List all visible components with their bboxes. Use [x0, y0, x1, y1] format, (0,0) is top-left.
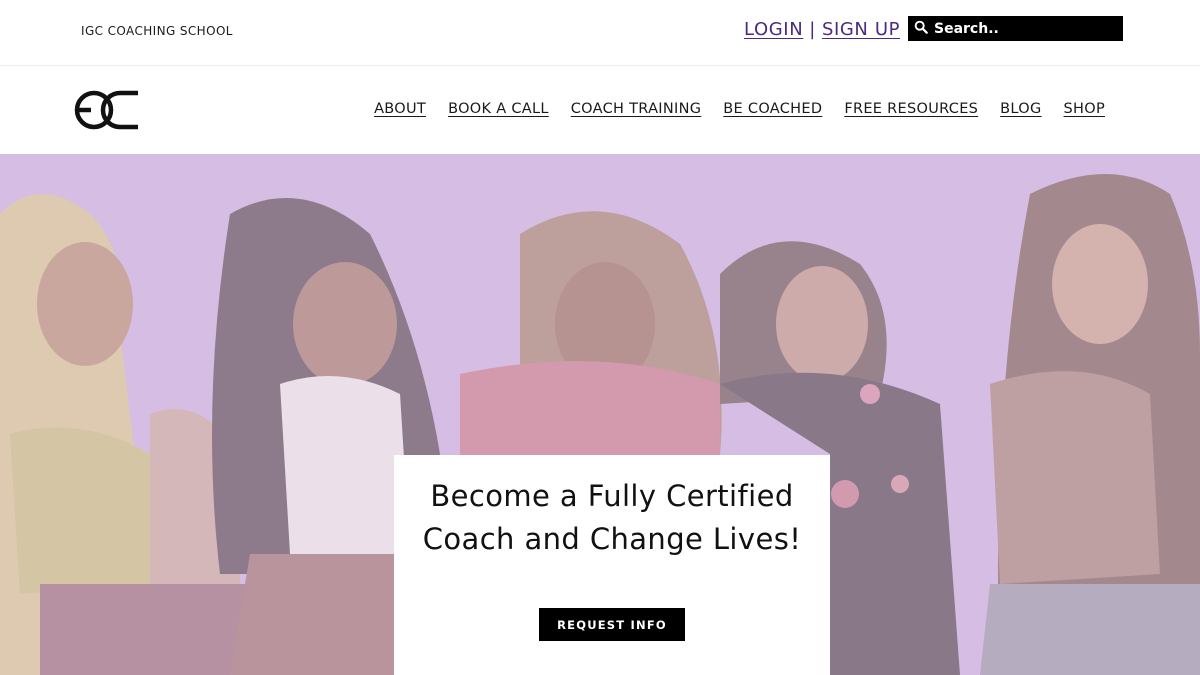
nav-blog[interactable]: BLOG [1000, 101, 1041, 117]
login-link[interactable]: LOGIN [744, 19, 803, 40]
nav-shop[interactable]: SHOP [1064, 101, 1105, 117]
search-input[interactable] [934, 20, 1114, 37]
hero-section: Become a Fully Certified Coach and Chang… [0, 154, 1200, 675]
main-nav: ABOUT BOOK A CALL COACH TRAINING BE COAC… [374, 101, 1105, 117]
nav-free-resources[interactable]: FREE RESOURCES [844, 101, 978, 117]
nav-about[interactable]: ABOUT [374, 101, 426, 117]
search-box[interactable] [908, 16, 1123, 41]
auth-separator: | [809, 19, 816, 40]
nav-be-coached[interactable]: BE COACHED [723, 101, 822, 117]
nav-book-a-call[interactable]: BOOK A CALL [448, 101, 549, 117]
hero-title-line-1: Become a Fully Certified [430, 479, 794, 513]
request-info-button[interactable]: REQUEST INFO [539, 608, 685, 641]
hero-title: Become a Fully Certified Coach and Chang… [394, 475, 830, 561]
top-bar: IGC COACHING SCHOOL LOGIN | SIGN UP [0, 0, 1200, 66]
school-name: IGC COACHING SCHOOL [81, 24, 233, 38]
signup-link[interactable]: SIGN UP [822, 19, 900, 40]
main-nav-bar: ABOUT BOOK A CALL COACH TRAINING BE COAC… [0, 67, 1200, 154]
nav-coach-training[interactable]: COACH TRAINING [571, 101, 702, 117]
search-icon[interactable] [914, 19, 928, 38]
auth-links: LOGIN | SIGN UP [744, 19, 900, 40]
hero-title-line-2: Coach and Change Lives! [422, 522, 802, 556]
igc-logo[interactable] [72, 87, 142, 133]
hero-card: Become a Fully Certified Coach and Chang… [394, 455, 830, 675]
